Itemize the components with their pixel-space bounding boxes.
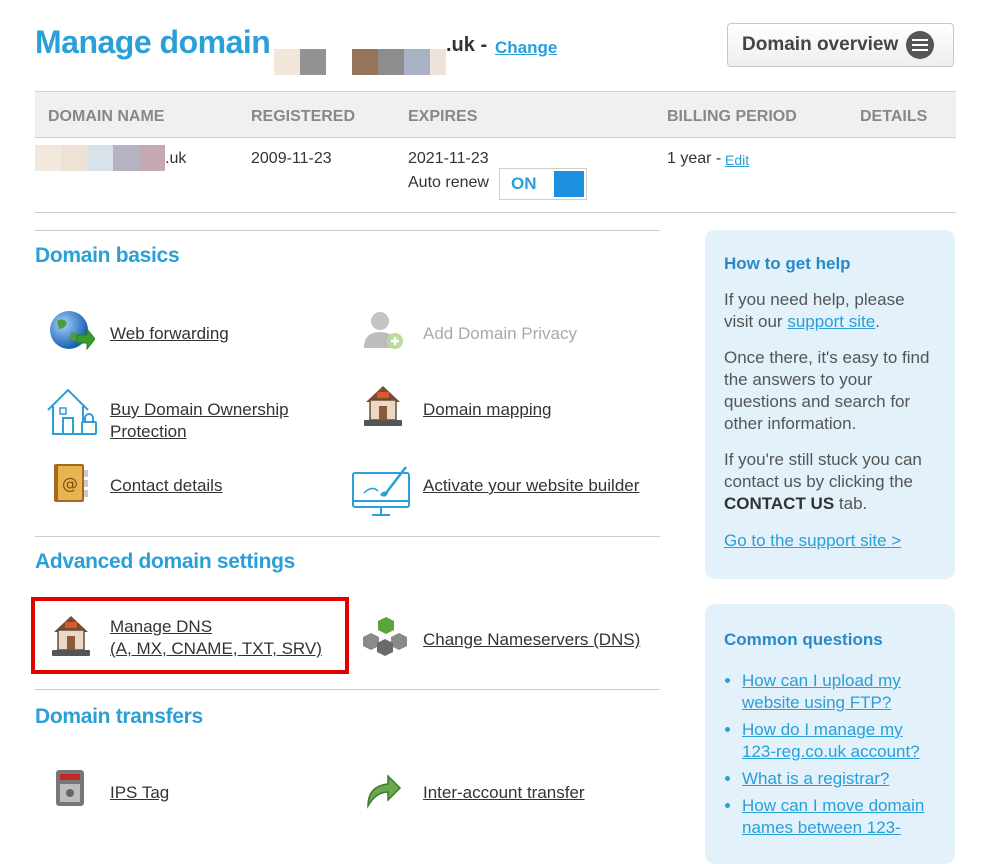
server-lock-icon bbox=[52, 768, 88, 815]
billing-period: 1 year - bbox=[667, 150, 722, 167]
faq-link-registrar[interactable]: What is a registrar? bbox=[742, 769, 889, 788]
buy-ownership-protection-link[interactable]: Buy Domain Ownership Protection bbox=[110, 399, 320, 443]
list-item: How can I move domain names between 123- bbox=[742, 795, 936, 839]
redacted-domain-part-1 bbox=[274, 49, 326, 75]
toggle-state: ON bbox=[511, 174, 537, 193]
change-domain-link[interactable]: Change bbox=[495, 38, 557, 58]
web-forwarding-link[interactable]: Web forwarding bbox=[110, 323, 229, 345]
questions-list: How can I upload my website using FTP? H… bbox=[724, 670, 936, 839]
col-registered: REGISTERED bbox=[251, 108, 356, 125]
section-divider bbox=[35, 230, 660, 231]
redacted-domain-part-2 bbox=[352, 49, 446, 75]
expires-date: 2021-11-23 bbox=[408, 150, 489, 167]
edit-billing-link[interactable]: Edit bbox=[725, 152, 749, 168]
help-paragraph-4: Go to the support site > bbox=[724, 530, 936, 552]
table-header bbox=[35, 91, 956, 138]
globe-arrow-icon bbox=[47, 309, 96, 358]
help-title: How to get help bbox=[724, 254, 851, 273]
col-expires: EXPIRES bbox=[408, 108, 478, 125]
help-text: If you're still stuck you can contact us… bbox=[724, 450, 922, 491]
change-nameservers-link[interactable]: Change Nameservers (DNS) bbox=[423, 629, 640, 651]
help-paragraph-1: If you need help, please visit our suppo… bbox=[724, 289, 936, 333]
activate-website-builder-link[interactable]: Activate your website builder bbox=[423, 475, 639, 497]
section-title-transfers: Domain transfers bbox=[35, 705, 203, 728]
col-domain-name: DOMAIN NAME bbox=[48, 108, 165, 125]
section-divider bbox=[35, 689, 660, 690]
faq-link-account[interactable]: How do I manage my 123-reg.co.uk account… bbox=[742, 720, 920, 761]
network-cubes-icon bbox=[361, 617, 409, 662]
list-item: How can I upload my website using FTP? bbox=[742, 670, 936, 714]
page-title: Manage domain bbox=[35, 24, 271, 60]
redacted-domain-name bbox=[35, 145, 165, 171]
auto-renew-toggle[interactable]: ON bbox=[499, 168, 587, 200]
domain-overview-label: Domain overview bbox=[742, 34, 899, 55]
help-paragraph-2: Once there, it's easy to find the answer… bbox=[724, 348, 930, 433]
contact-us-emphasis: CONTACT US bbox=[724, 494, 835, 513]
monitor-brush-icon bbox=[350, 463, 414, 526]
go-to-support-link[interactable]: Go to the support site > bbox=[724, 531, 901, 550]
ips-tag-link[interactable]: IPS Tag bbox=[110, 782, 169, 804]
add-domain-privacy-disabled: Add Domain Privacy bbox=[423, 324, 578, 343]
svg-text:@: @ bbox=[62, 474, 78, 493]
domain-overview-button[interactable]: Domain overview bbox=[727, 23, 954, 67]
contact-details-link[interactable]: Contact details bbox=[110, 475, 222, 497]
menu-icon bbox=[906, 31, 935, 59]
help-box: How to get help If you need help, please… bbox=[705, 230, 955, 579]
list-item: How do I manage my 123-reg.co.uk account… bbox=[742, 719, 936, 763]
section-title-basics: Domain basics bbox=[35, 244, 180, 267]
list-item: What is a registrar? bbox=[742, 768, 936, 790]
green-arrow-icon bbox=[362, 770, 404, 815]
house-server-icon bbox=[362, 382, 404, 433]
help-paragraph-3: If you're still stuck you can contact us… bbox=[724, 449, 936, 515]
col-details: DETAILS bbox=[860, 108, 928, 125]
help-text-end: . bbox=[875, 312, 880, 331]
user-plus-icon bbox=[360, 310, 406, 357]
section-divider bbox=[35, 536, 660, 537]
house-lock-icon bbox=[42, 386, 100, 443]
help-text-end: tab. bbox=[838, 494, 868, 513]
inter-account-transfer-link[interactable]: Inter-account transfer bbox=[423, 782, 585, 804]
faq-link-move-domains[interactable]: How can I move domain names between 123- bbox=[742, 796, 924, 837]
domain-tld: .uk - bbox=[446, 34, 488, 56]
toggle-knob bbox=[554, 171, 584, 197]
domain-mapping-link[interactable]: Domain mapping bbox=[423, 399, 552, 421]
common-questions-title: Common questions bbox=[724, 630, 883, 649]
manage-dns-highlight bbox=[31, 597, 349, 674]
address-book-icon: @ bbox=[51, 462, 91, 509]
col-billing-period: BILLING PERIOD bbox=[667, 108, 797, 125]
common-questions-box: Common questions How can I upload my web… bbox=[705, 604, 955, 864]
faq-link-ftp[interactable]: How can I upload my website using FTP? bbox=[742, 671, 901, 712]
auto-renew-label: Auto renew bbox=[408, 174, 489, 191]
table-divider bbox=[35, 212, 956, 213]
section-title-advanced: Advanced domain settings bbox=[35, 550, 296, 573]
registered-date: 2009-11-23 bbox=[251, 150, 332, 167]
domain-suffix: .uk bbox=[165, 150, 187, 167]
support-site-link[interactable]: support site bbox=[787, 312, 875, 331]
